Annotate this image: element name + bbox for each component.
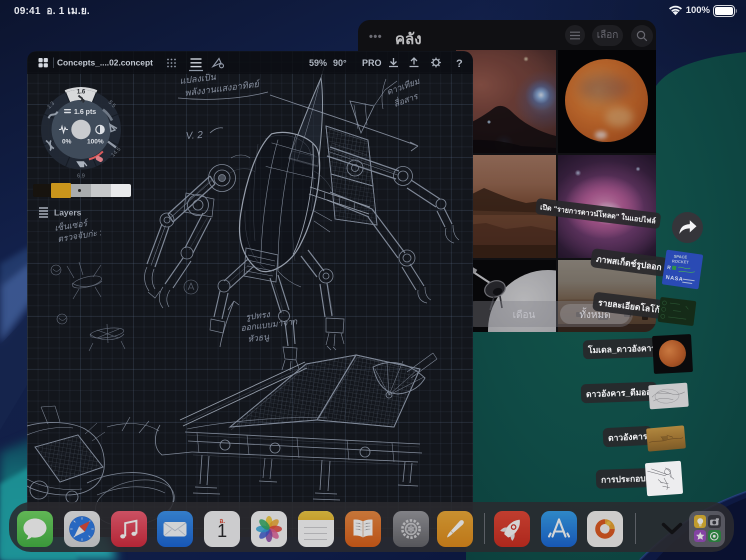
svg-text:?: ? [456, 58, 463, 70]
svg-text:90°: 90° [333, 58, 347, 68]
svg-text:ROCKET: ROCKET [672, 258, 690, 264]
svg-text:Concepts_....02.concept: Concepts_....02.concept [57, 58, 153, 68]
svg-text:6.9: 6.9 [77, 174, 85, 180]
svg-text:59%: 59% [309, 58, 327, 68]
svg-text:PRO: PRO [362, 58, 382, 68]
svg-text:V. 2: V. 2 [185, 130, 203, 142]
svg-text:หัวธนู: หัวธนู [247, 331, 270, 345]
svg-text:1.6: 1.6 [77, 90, 86, 96]
svg-text:R: R [667, 265, 672, 271]
svg-text:NASA: NASA [665, 275, 683, 283]
svg-text:Layers: Layers [54, 208, 82, 218]
svg-text:1.6 pts: 1.6 pts [74, 109, 96, 116]
svg-text:100%: 100% [87, 139, 104, 146]
svg-text:0%: 0% [62, 139, 72, 146]
